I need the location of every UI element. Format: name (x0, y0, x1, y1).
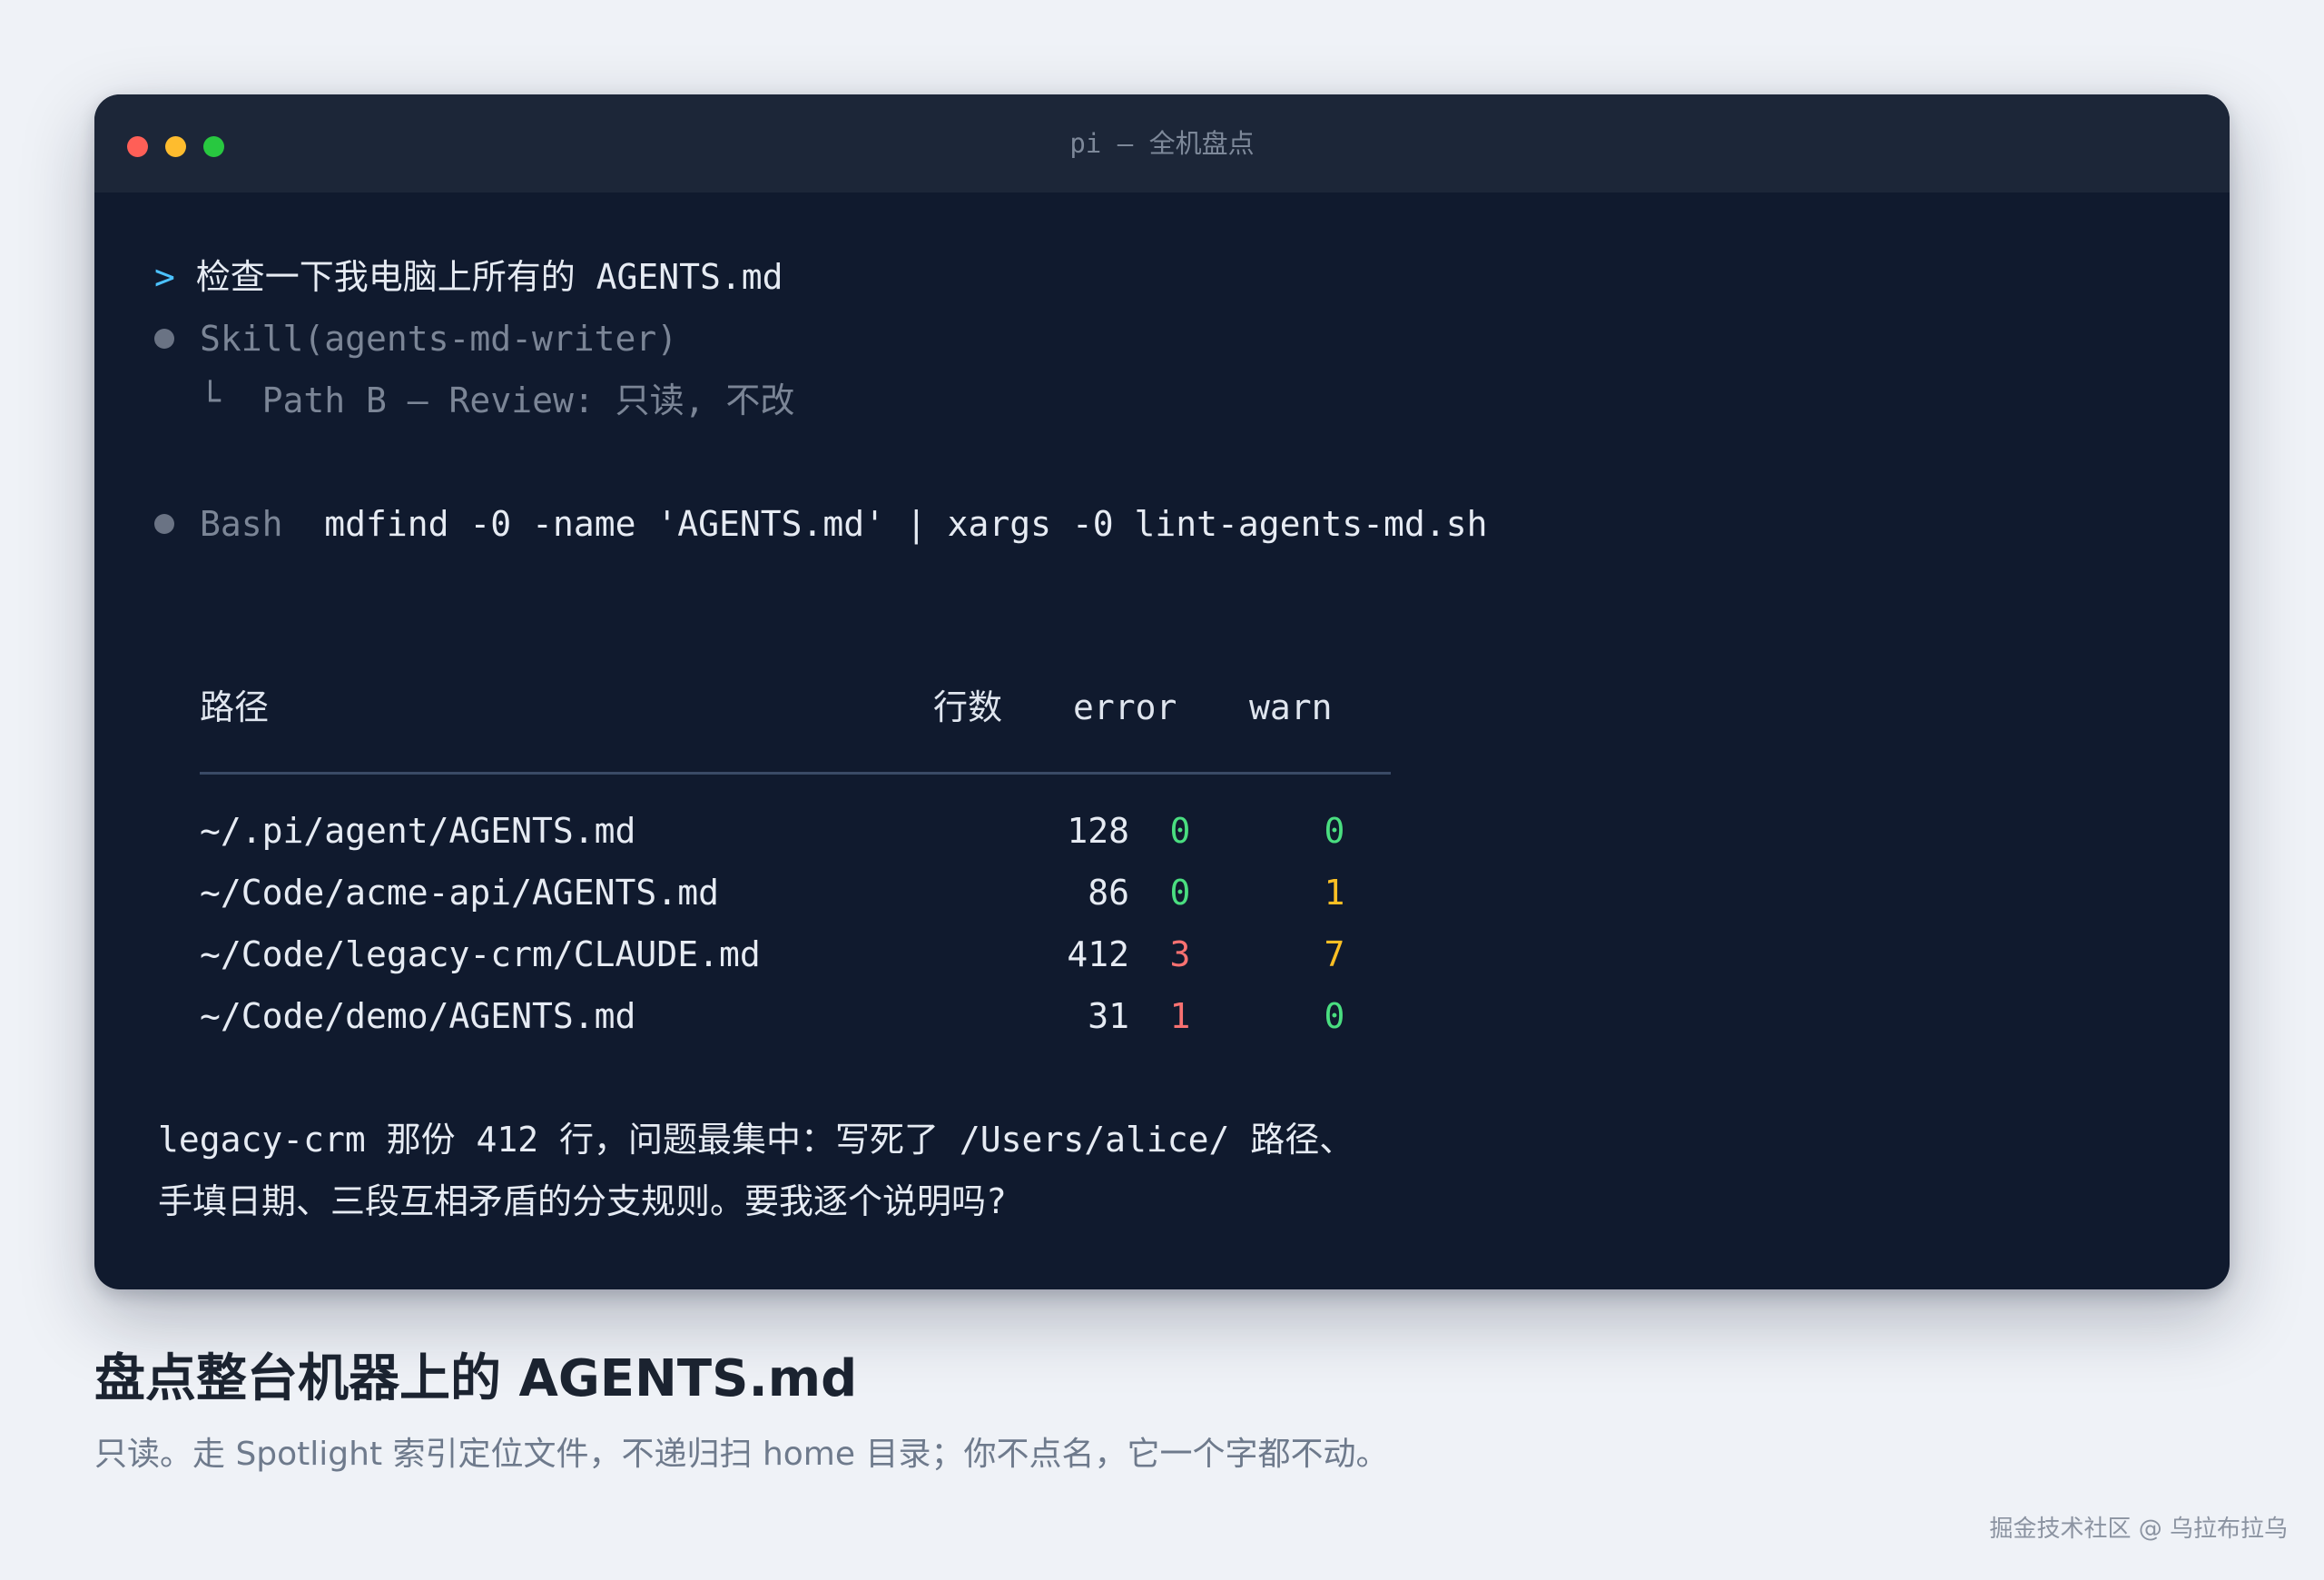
watermark: 掘金技术社区 @ 乌拉布拉乌 (1989, 1516, 2288, 1543)
bash-call: Bash mdfind -0 -name 'AGENTS.md' | xargs… (200, 501, 1487, 547)
row-lines: 31 (1088, 996, 1129, 1036)
row-lines: 412 (1067, 934, 1129, 974)
summary-line-2: 手填日期、三段互相矛盾的分支规则。要我逐个说明吗? (158, 1181, 1007, 1221)
caption-title: 盘点整台机器上的 AGENTS.md (94, 1349, 858, 1408)
row-error: 0 (1169, 811, 1191, 851)
table-header-lines: 行数 (933, 687, 1003, 727)
row-warn: 1 (1324, 873, 1345, 913)
title-bar: pi — 全机盘点 (94, 94, 2230, 193)
row-warn: 0 (1324, 996, 1345, 1036)
row-error: 3 (1169, 934, 1191, 974)
row-warn: 7 (1324, 934, 1345, 974)
row-warn: 0 (1324, 811, 1345, 851)
branch-icon: └ (200, 380, 221, 420)
table-header-path: 路径 (200, 687, 270, 727)
row-error: 1 (1169, 996, 1191, 1036)
prompt-text: 检查一下我电脑上所有的 AGENTS.md (195, 257, 783, 297)
row-lines: 86 (1088, 873, 1129, 913)
table-divider (200, 772, 1391, 775)
row-path: ~/Code/legacy-crm/CLAUDE.md (200, 934, 761, 974)
row-path: ~/Code/acme-api/AGENTS.md (200, 873, 719, 913)
row-path: ~/.pi/agent/AGENTS.md (200, 811, 636, 851)
table-header-error: error (1073, 687, 1177, 727)
skill-detail: └ Path B — Review: 只读, 不改 (200, 378, 794, 423)
prompt-chevron-icon: > (154, 257, 175, 297)
bash-command: mdfind -0 -name 'AGENTS.md' | xargs -0 l… (324, 504, 1488, 544)
skill-detail-text: Path B — Review: 只读, 不改 (261, 380, 795, 420)
row-path: ~/Code/demo/AGENTS.md (200, 996, 636, 1036)
terminal-window: pi — 全机盘点 > 检查一下我电脑上所有的 AGENTS.md Skill(… (94, 94, 2230, 1289)
skill-call: Skill(agents-md-writer) (200, 319, 678, 359)
bash-bullet-icon (154, 514, 174, 534)
row-lines: 128 (1067, 811, 1129, 851)
skill-bullet-icon (154, 329, 174, 349)
summary-line-1: legacy-crm 那份 412 行，问题最集中：写死了 /Users/ali… (158, 1120, 1354, 1160)
caption-subtitle: 只读。走 Spotlight 索引定位文件，不递归扫 home 目录；你不点名，… (94, 1436, 1389, 1473)
row-error: 0 (1169, 873, 1191, 913)
table-header-warn: warn (1249, 687, 1333, 727)
user-prompt: > 检查一下我电脑上所有的 AGENTS.md (154, 254, 783, 300)
window-title: pi — 全机盘点 (1069, 128, 1255, 159)
bash-tool-label: Bash (200, 504, 283, 544)
